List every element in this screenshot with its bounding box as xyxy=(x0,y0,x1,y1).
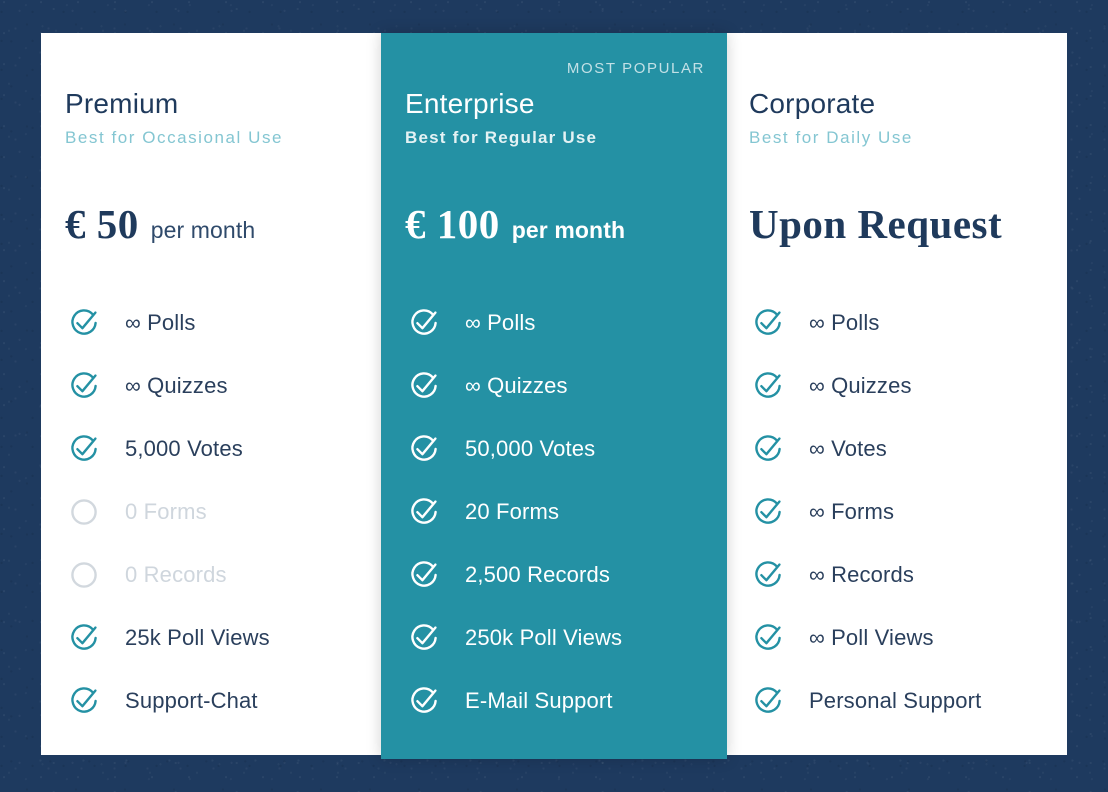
feature-item: Support-Chat xyxy=(65,669,365,732)
feature-item: 50,000 Votes xyxy=(405,417,709,480)
check-circle-icon xyxy=(71,308,97,335)
feature-label: ∞ Records xyxy=(808,561,915,587)
plan-tagline: Best for Regular Use xyxy=(405,128,598,147)
feature-item: ∞ Polls xyxy=(749,291,1049,354)
feature-item: Personal Support xyxy=(749,669,1049,732)
check-circle-icon xyxy=(71,623,97,650)
feature-label: 5,000 Votes xyxy=(125,435,243,461)
check-circle-icon xyxy=(411,371,437,398)
check-circle-icon xyxy=(755,686,781,713)
feature-label: 250k Poll Views xyxy=(465,624,623,650)
plan-card-corporate[interactable]: Corporate Best for Daily Use Upon Request ∞… xyxy=(724,33,1067,755)
plan-card-premium[interactable]: Premium Best for Occasional Use € 50 per mo… xyxy=(41,33,384,755)
feature-label: 50,000 Votes xyxy=(465,435,596,461)
plan-tagline: Best for Occasional Use xyxy=(65,128,284,147)
price-period: per month xyxy=(511,217,626,243)
feature-label: E-Mail Support xyxy=(465,687,613,713)
feature-item: ∞ Poll Views xyxy=(749,606,1049,669)
feature-label: 20 Forms xyxy=(465,498,560,524)
feature-label: ∞ Poll Views xyxy=(808,624,934,650)
feature-item: 250k Poll Views xyxy=(405,606,709,669)
feature-item: ∞ Quizzes xyxy=(405,354,709,417)
feature-list: ∞ Polls ∞ Quizzes ∞ Votes ∞ Forms ∞ Records ∞… xyxy=(749,291,1049,732)
plan-name: Premium xyxy=(65,88,179,119)
plan-tagline: Best for Daily Use xyxy=(748,128,913,147)
plan-name: Corporate xyxy=(748,88,876,119)
feature-item: 5,000 Votes xyxy=(65,417,365,480)
feature-item: ∞ Quizzes xyxy=(749,354,1049,417)
feature-label: 0 Forms xyxy=(125,498,207,524)
feature-label: 2,500 Records xyxy=(465,561,611,587)
feature-label: ∞ Polls xyxy=(465,309,536,335)
feature-label: ∞ Quizzes xyxy=(808,372,912,398)
check-circle-icon xyxy=(411,560,437,587)
feature-item: 20 Forms xyxy=(405,480,709,543)
plan-price: € 100 per month xyxy=(405,204,709,246)
feature-item: E-Mail Support xyxy=(405,669,709,732)
feature-label: ∞ Polls xyxy=(125,309,196,335)
plan-card-content: Premium Best for Occasional Use € 50 per mo… xyxy=(65,33,383,732)
feature-item: 0 Forms xyxy=(65,480,365,543)
empty-circle-icon xyxy=(71,498,97,525)
plan-card-content: Enterprise Best for Regular Use € 100 per m… xyxy=(405,33,727,732)
check-circle-icon xyxy=(755,434,781,461)
feature-item: ∞ Records xyxy=(749,543,1049,606)
check-circle-icon xyxy=(411,308,437,335)
check-circle-icon xyxy=(71,371,97,398)
price-period: per month xyxy=(150,217,256,243)
feature-label: Personal Support xyxy=(808,687,982,713)
feature-label: 25k Poll Views xyxy=(125,624,270,650)
price-amount: Upon Request xyxy=(748,201,1003,247)
feature-label: ∞ Polls xyxy=(808,309,880,335)
check-circle-icon xyxy=(755,371,781,398)
plan-card-content: Corporate Best for Daily Use Upon Request ∞… xyxy=(749,33,1067,732)
feature-list: ∞ Polls ∞ Quizzes 5,000 Votes 0 Forms 0 Reco… xyxy=(65,291,365,732)
check-circle-icon xyxy=(755,623,781,650)
check-circle-icon xyxy=(411,686,437,713)
feature-label: ∞ Forms xyxy=(808,498,895,524)
empty-circle-icon xyxy=(71,561,97,588)
check-circle-icon xyxy=(411,434,437,461)
feature-label: ∞ Quizzes xyxy=(125,372,228,398)
feature-list: ∞ Polls ∞ Quizzes 50,000 Votes 20 Forms 2,50… xyxy=(405,291,709,732)
feature-item: ∞ Polls xyxy=(405,291,709,354)
feature-label: Support-Chat xyxy=(125,687,258,713)
price-amount: € 50 xyxy=(65,201,139,247)
feature-label: ∞ Quizzes xyxy=(465,372,568,398)
feature-item: ∞ Forms xyxy=(749,480,1049,543)
most-popular-badge: MOST POPULAR xyxy=(566,60,705,77)
plan-price: Upon Request xyxy=(749,204,1049,246)
plan-card-enterprise[interactable]: MOST POPULAR Enterprise Best for Regular U… xyxy=(381,33,727,759)
check-circle-icon xyxy=(755,497,781,524)
check-circle-icon xyxy=(71,686,97,713)
feature-item: 2,500 Records xyxy=(405,543,709,606)
check-circle-icon xyxy=(411,623,437,650)
check-circle-icon xyxy=(411,497,437,524)
feature-item: ∞ Polls xyxy=(65,291,365,354)
pricing-table: Premium Best for Occasional Use € 50 per mo… xyxy=(41,33,1067,759)
feature-item: ∞ Votes xyxy=(749,417,1049,480)
check-circle-icon xyxy=(755,560,781,587)
feature-item: ∞ Quizzes xyxy=(65,354,365,417)
check-circle-icon xyxy=(755,308,781,335)
plan-price: € 50 per month xyxy=(65,204,365,246)
price-amount: € 100 xyxy=(405,201,500,247)
feature-label: 0 Records xyxy=(125,561,227,587)
feature-item: 0 Records xyxy=(65,543,365,606)
feature-label: ∞ Votes xyxy=(808,435,887,461)
check-circle-icon xyxy=(71,434,97,461)
feature-item: 25k Poll Views xyxy=(65,606,365,669)
